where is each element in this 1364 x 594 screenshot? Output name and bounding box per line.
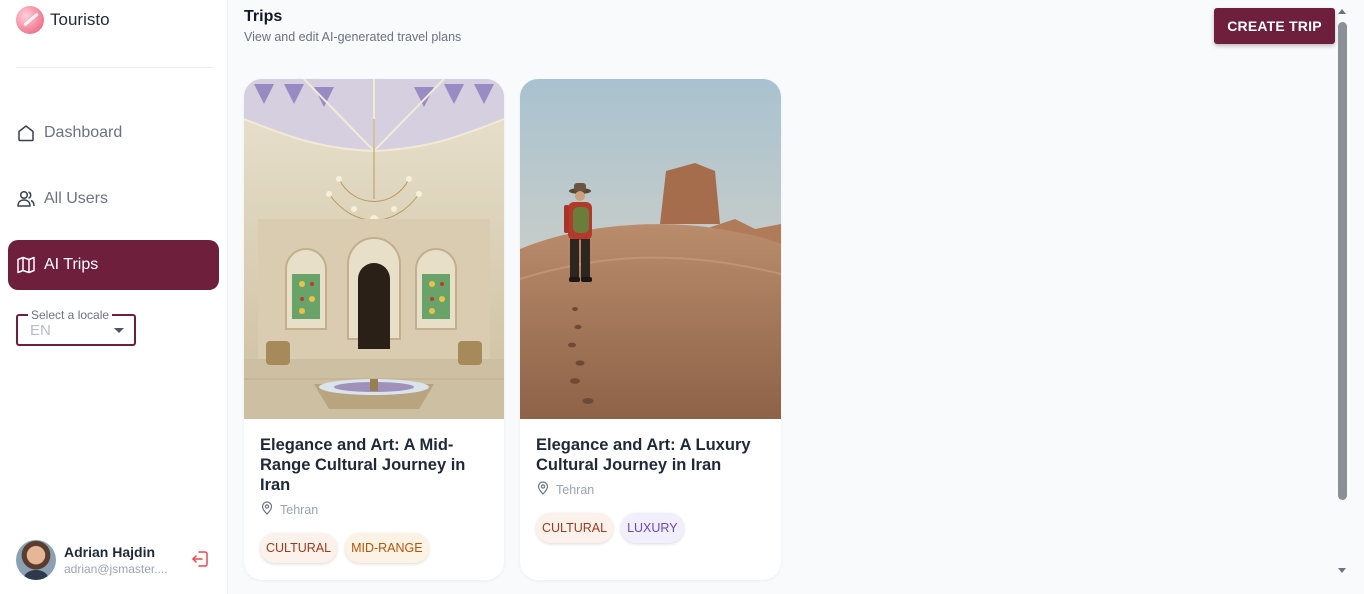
tag-cultural: CULTURAL bbox=[536, 513, 614, 543]
tag-luxury: LUXURY bbox=[621, 513, 684, 543]
sidebar-item-label: AI Trips bbox=[44, 256, 99, 273]
desert-hiker-photo bbox=[520, 79, 781, 419]
user-profile: Adrian Hajdin adrian@jsmaster.... bbox=[16, 540, 216, 580]
tag-cultural: CULTURAL bbox=[260, 533, 338, 563]
trip-location-text: Tehran bbox=[280, 502, 319, 517]
create-trip-button[interactable]: CREATE TRIP bbox=[1214, 8, 1335, 44]
trip-location: Tehran bbox=[536, 481, 594, 498]
locale-select-label: Select a locale bbox=[28, 308, 113, 322]
users-icon bbox=[16, 189, 36, 209]
page-title: Trips bbox=[244, 8, 283, 25]
location-pin-icon bbox=[260, 501, 274, 518]
sidebar-item-all-users[interactable]: All Users bbox=[8, 174, 219, 224]
user-info: Adrian Hajdin adrian@jsmaster.... bbox=[64, 543, 182, 577]
locale-select[interactable]: Select a locale EN bbox=[16, 308, 136, 346]
trip-tags: CULTURAL LUXURY bbox=[536, 513, 684, 543]
user-name: Adrian Hajdin bbox=[64, 544, 156, 560]
locale-select-value: EN bbox=[30, 322, 51, 339]
scroll-up-arrow-icon[interactable] bbox=[1338, 9, 1346, 14]
sidebar-item-label: All Users bbox=[44, 190, 109, 207]
avatar bbox=[16, 540, 56, 580]
location-pin-icon bbox=[536, 481, 550, 498]
trip-location: Tehran bbox=[260, 501, 318, 518]
trip-location-text: Tehran bbox=[556, 482, 595, 497]
tag-mid-range: MID-RANGE bbox=[345, 533, 429, 563]
trip-card[interactable]: Elegance and Art: A Luxury Cultural Jour… bbox=[520, 79, 781, 580]
ornate-palace-hall-photo bbox=[244, 79, 504, 419]
caret-down-icon bbox=[114, 328, 124, 333]
trip-image bbox=[520, 79, 781, 419]
sidebar: Touristo Dashboard All Users AI Trips Se… bbox=[0, 0, 228, 594]
trip-tags: CULTURAL MID-RANGE bbox=[260, 533, 429, 563]
sidebar-item-ai-trips[interactable]: AI Trips bbox=[8, 240, 219, 290]
sidebar-divider bbox=[16, 67, 212, 68]
brand[interactable]: Touristo bbox=[16, 6, 110, 34]
scroll-down-arrow-icon[interactable] bbox=[1338, 568, 1346, 573]
trip-title: Elegance and Art: A Mid-Range Cultural J… bbox=[260, 436, 466, 494]
home-icon bbox=[16, 123, 36, 143]
app: Touristo Dashboard All Users AI Trips Se… bbox=[0, 0, 1364, 594]
trip-card[interactable]: Elegance and Art: A Mid-Range Cultural J… bbox=[244, 79, 504, 580]
logout-icon[interactable] bbox=[190, 548, 212, 570]
touristo-logo-icon bbox=[16, 6, 44, 34]
scrollbar[interactable] bbox=[1336, 0, 1364, 594]
trip-title: Elegance and Art: A Luxury Cultural Jour… bbox=[536, 436, 751, 474]
brand-name: Touristo bbox=[50, 10, 110, 29]
scrollbar-thumb[interactable] bbox=[1338, 22, 1347, 500]
map-icon bbox=[16, 255, 36, 275]
sidebar-item-dashboard[interactable]: Dashboard bbox=[8, 108, 219, 158]
trip-image bbox=[244, 79, 504, 419]
sidebar-item-label: Dashboard bbox=[44, 124, 123, 141]
page-subtitle: View and edit AI-generated travel plans bbox=[244, 30, 462, 44]
user-email: adrian@jsmaster.... bbox=[64, 562, 168, 576]
